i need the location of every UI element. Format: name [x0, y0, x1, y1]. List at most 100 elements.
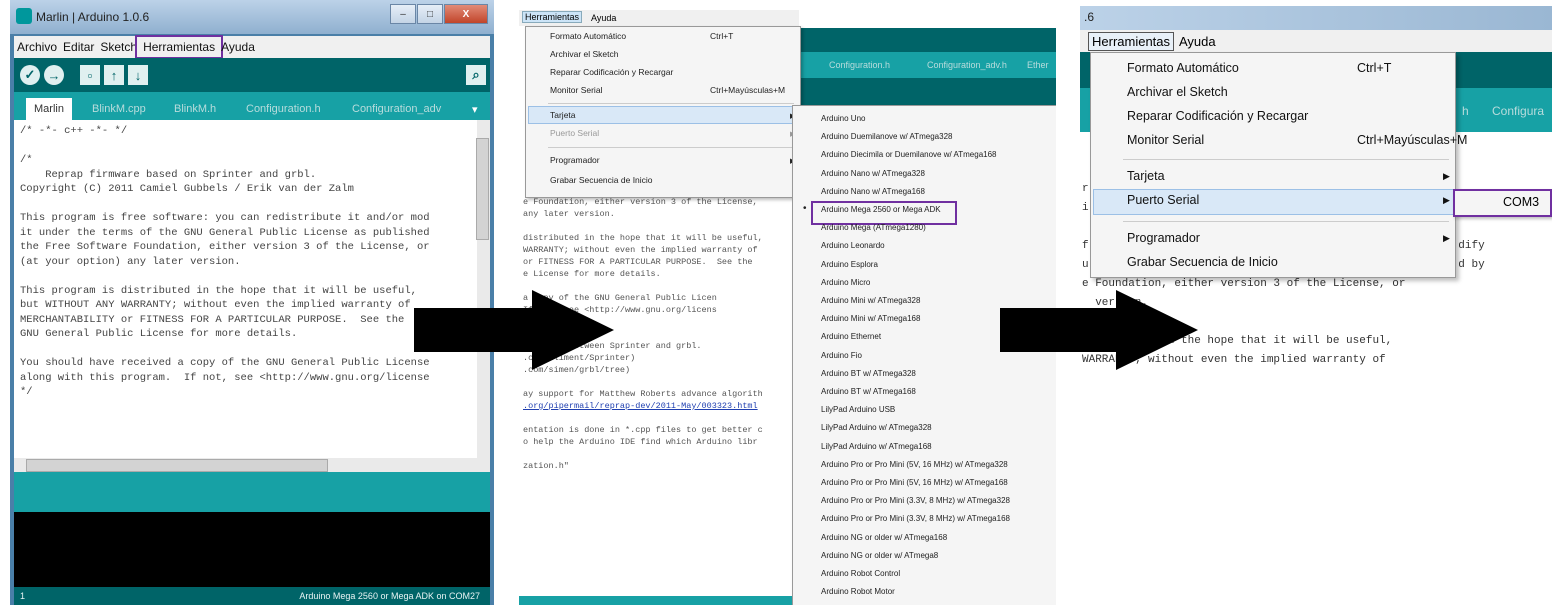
bg-tab-h[interactable]: h [1462, 104, 1469, 118]
code-line: the Free Software Foundation, either ver… [20, 241, 430, 253]
menu-item-archivar[interactable]: Archivar el Sketch [1127, 85, 1228, 99]
board-item[interactable]: Arduino Robot Control [821, 569, 900, 578]
code-line: entation is done in *.cpp files to get b… [523, 425, 763, 435]
menu-ayuda[interactable]: Ayuda [591, 13, 616, 23]
bg-tab-configuration-h[interactable]: Configuration.h [829, 60, 890, 70]
code-line: MERCHANTABILITY or FITNESS FOR A PARTICU… [20, 313, 405, 326]
bg-tab-configura[interactable]: Configura [1492, 104, 1544, 118]
menu-item-grabar[interactable]: Grabar Secuencia de Inicio [1127, 255, 1278, 269]
menu-item-reparar[interactable]: Reparar Codificación y Recargar [1127, 109, 1308, 123]
window-title: Marlin | Arduino 1.0.6 [36, 10, 150, 24]
board-item[interactable]: Arduino NG or older w/ ATmega8 [821, 551, 938, 560]
tab-configuration-adv[interactable]: Configuration_adv [344, 98, 480, 120]
menu-item-monitor[interactable]: Monitor Serial Ctrl+Mayúsculas+M [550, 85, 785, 99]
board-item[interactable]: Arduino Micro [821, 278, 870, 287]
board-item[interactable]: Arduino Robot Motor [821, 587, 895, 596]
serial-monitor-icon[interactable]: ⌕ [466, 65, 486, 85]
menu-item-programador[interactable]: Programador [550, 155, 600, 169]
code-line: e License for more details. [523, 269, 661, 279]
tab-menu-icon[interactable]: ▾ [472, 98, 478, 120]
save-icon[interactable]: ↓ [128, 65, 148, 85]
board-item[interactable]: Arduino Pro or Pro Mini (3.3V, 8 MHz) w/… [821, 514, 1010, 523]
board-item[interactable]: Arduino Mini w/ ATmega328 [821, 296, 920, 305]
window-title-fragment: .6 [1084, 10, 1095, 24]
code-line: This program is free software: you can r… [20, 212, 430, 224]
board-item[interactable]: Arduino Diecimila or Duemilanove w/ ATme… [821, 150, 997, 159]
board-item[interactable]: Arduino NG or older w/ ATmega168 [821, 533, 947, 542]
submenu-arrow-icon: ▶ [1443, 171, 1450, 181]
board-item[interactable]: Arduino Duemilanove w/ ATmega328 [821, 132, 952, 141]
menu-item-archivar[interactable]: Archivar el Sketch [550, 49, 619, 63]
menu-herramientas[interactable]: Herramientas [1088, 32, 1175, 51]
upload-icon[interactable]: → [44, 65, 64, 85]
open-icon[interactable]: ↑ [104, 65, 124, 85]
board-item[interactable]: Arduino BT w/ ATmega328 [821, 369, 916, 378]
board-item[interactable]: Arduino Mega (ATmega1280) [821, 223, 926, 232]
code-line: /* -*- c++ -*- */ [20, 125, 128, 137]
menu-herramientas[interactable]: Herramientas [522, 11, 583, 23]
menu-archivo[interactable]: Archivo [14, 40, 60, 54]
board-item[interactable]: Arduino Mini w/ ATmega168 [821, 314, 920, 323]
submenu-arrow-icon: ▶ [1443, 195, 1450, 205]
board-item[interactable]: LilyPad Arduino w/ ATmega168 [821, 442, 932, 451]
verify-icon[interactable]: ✓ [20, 65, 40, 85]
maximize-button[interactable]: □ [417, 4, 443, 24]
port-com3[interactable]: COM3 [1503, 195, 1539, 209]
title-bar: Marlin | Arduino 1.0.6 – □ X [10, 0, 494, 34]
tab-configuration-h[interactable]: Configuration.h [238, 98, 329, 120]
board-item[interactable]: Arduino BT w/ ATmega168 [821, 387, 916, 396]
tab-blinkm-cpp[interactable]: BlinkM.cpp [84, 98, 154, 120]
menu-item-reparar[interactable]: Reparar Codificación y Recargar [550, 67, 673, 81]
board-item[interactable]: Arduino Pro or Pro Mini (5V, 16 MHz) w/ … [821, 478, 1008, 487]
board-item[interactable]: Arduino Fio [821, 351, 862, 360]
board-item[interactable]: Arduino Mega 2560 or Mega ADK [821, 205, 941, 214]
puerto-serial-submenu: COM3 [1453, 189, 1552, 217]
board-item[interactable]: LilyPad Arduino w/ ATmega328 [821, 423, 932, 432]
code-editor[interactable]: /* -*- c++ -*- */ /* Reprap firmware bas… [14, 120, 490, 458]
menu-item-puerto-serial[interactable]: Puerto Serial [550, 128, 599, 142]
menu-sketch[interactable]: Sketch [97, 40, 140, 54]
board-item[interactable]: Arduino Nano w/ ATmega168 [821, 187, 925, 196]
menu-item-puerto-serial[interactable]: Puerto Serial [1127, 193, 1199, 207]
board-item[interactable]: Arduino Pro or Pro Mini (5V, 16 MHz) w/ … [821, 460, 1008, 469]
board-item[interactable]: LilyPad Arduino USB [821, 405, 895, 414]
board-item[interactable]: Arduino Pro or Pro Mini (3.3V, 8 MHz) w/… [821, 496, 1010, 505]
menu-item-monitor[interactable]: Monitor Serial Ctrl+Mayúsculas+M [1127, 133, 1467, 147]
menu-item-grabar[interactable]: Grabar Secuencia de Inicio [550, 175, 653, 189]
menu-item-programador[interactable]: Programador [1127, 231, 1200, 245]
tab-marlin[interactable]: Marlin [26, 98, 72, 120]
new-icon[interactable]: ▫ [80, 65, 100, 85]
bg-tab-configuration-adv[interactable]: Configuration_adv.h [927, 60, 1007, 70]
code-line: /* [20, 154, 33, 166]
tab-blinkm-h[interactable]: BlinkM.h [166, 98, 224, 120]
code-line: but WITHOUT ANY WARRANTY; without even t… [20, 299, 411, 311]
bg-tab-ether[interactable]: Ether [1027, 60, 1049, 70]
board-item[interactable]: Arduino Nano w/ ATmega328 [821, 169, 925, 178]
horizontal-scrollbar[interactable] [14, 458, 490, 472]
close-button[interactable]: X [444, 4, 488, 24]
menu-item-tarjeta[interactable]: Tarjeta [1127, 169, 1165, 183]
code-line: (at your option) any later version. [20, 255, 241, 268]
menu-item-tarjeta[interactable]: Tarjeta [550, 110, 576, 124]
menu-ayuda[interactable]: Ayuda [218, 40, 258, 54]
menu-item-formato[interactable]: Formato Automático Ctrl+T [550, 31, 733, 45]
menu-herramientas[interactable]: Herramientas [135, 35, 224, 59]
toolbar: ✓ → ▫ ↑ ↓ ⌕ [14, 58, 490, 92]
board-item[interactable]: Arduino Uno [821, 114, 865, 123]
minimize-button[interactable]: – [390, 4, 416, 24]
right-arrow-icon [1000, 290, 1198, 370]
sketch-tabs: Marlin BlinkM.cpp BlinkM.h Configuration… [14, 92, 490, 120]
menu-ayuda[interactable]: Ayuda [1179, 34, 1216, 49]
arduino-app-icon [16, 8, 32, 24]
board-item[interactable]: Arduino Leonardo [821, 241, 885, 250]
board-item[interactable]: Arduino Ethernet [821, 332, 881, 341]
menu-item-formato[interactable]: Formato Automático Ctrl+T [1127, 61, 1391, 75]
board-item[interactable]: Arduino Esplora [821, 260, 878, 269]
menu-editar[interactable]: Editar [60, 40, 97, 54]
vertical-scrollbar[interactable] [476, 120, 490, 458]
footer-bar: 1 Arduino Mega 2560 or Mega ADK on COM27 [14, 587, 490, 605]
